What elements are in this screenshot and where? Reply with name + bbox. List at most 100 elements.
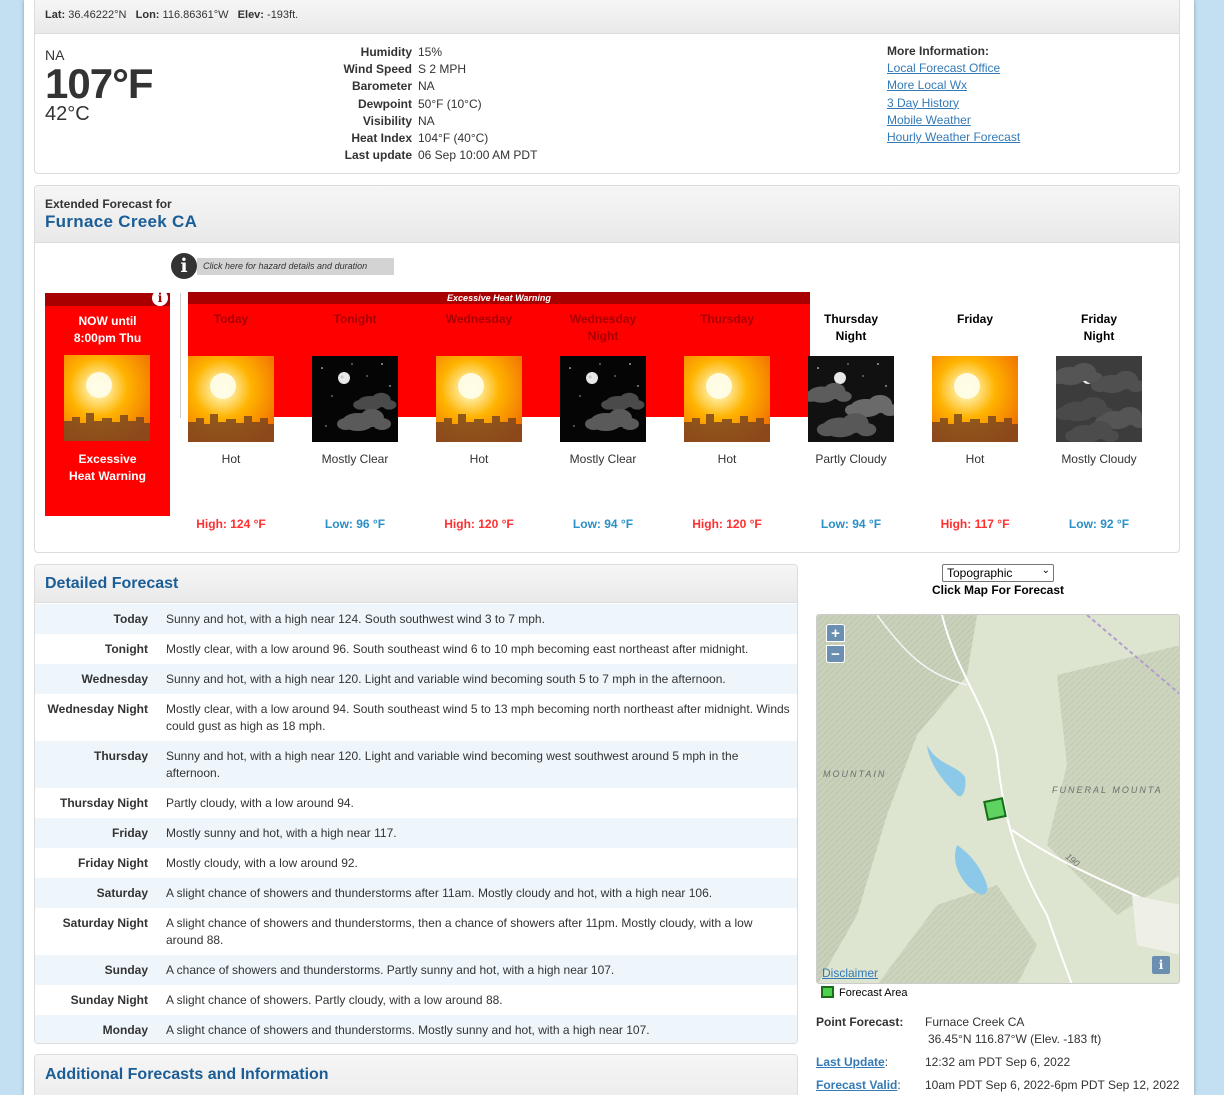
- forecast-period-friday-night[interactable]: Friday Night Mostly Cloudy Low: 92 °F: [1037, 311, 1161, 531]
- detailed-period-text: A slight chance of showers. Partly cloud…: [166, 993, 503, 1007]
- elev-label: Elev:: [237, 9, 264, 21]
- detailed-row: Saturday A slight chance of showers and t…: [35, 878, 797, 908]
- period-temperature: Low: 94 °F: [572, 517, 634, 531]
- period-temperature: High: 120 °F: [692, 517, 762, 531]
- link-more-local-wx[interactable]: More Local Wx: [887, 77, 1020, 94]
- detailed-row: Sunday A chance of showers and thundersto…: [35, 955, 797, 985]
- forecast-area-marker[interactable]: [983, 797, 1007, 821]
- detailed-forecast-list: Today Sunny and hot, with a high near 124…: [35, 604, 797, 1043]
- period-name: Friday Night: [1037, 311, 1161, 345]
- hazard-details-text[interactable]: Click here for hazard details and durati…: [197, 258, 394, 275]
- detailed-period-name: Saturday Night: [62, 916, 148, 930]
- detail-row-visibility: Visibility NA: [335, 112, 540, 129]
- detailed-period-name: Saturday: [96, 886, 148, 900]
- chevron-down-icon[interactable]: ⌄: [1042, 565, 1050, 576]
- info-icon[interactable]: i: [152, 290, 168, 306]
- link-3-day-history[interactable]: 3 Day History: [887, 95, 1020, 112]
- forecast-valid-label: Forecast Valid:: [816, 1078, 901, 1092]
- point-forecast-label: Point Forecast:: [816, 1015, 904, 1029]
- more-information: More Information: Local Forecast Office …: [887, 44, 1020, 146]
- detailed-period-name: Today: [113, 612, 148, 626]
- detailed-row: Wednesday Sunny and hot, with a high near…: [35, 664, 797, 694]
- detail-label: Last update: [344, 148, 412, 163]
- page: Lat: 36.46222°N Lon: 116.86361°W Elev: -…: [24, 0, 1194, 1095]
- forecast-period-wednesday[interactable]: Wednesday Hot High: 120 °F: [417, 311, 541, 531]
- now-title-line2: 8:00pm Thu: [73, 331, 142, 345]
- additional-forecasts-title: Additional Forecasts and Information: [45, 1066, 329, 1083]
- detailed-forecast-title: Detailed Forecast: [45, 575, 179, 592]
- forecast-period-wednesday-night[interactable]: Wednesday Night Mostly Clear Low: 94 °F: [541, 311, 665, 531]
- detailed-period-text: A slight chance of showers and thunderst…: [166, 886, 713, 900]
- detail-label: Visibility: [362, 113, 412, 128]
- additional-forecasts-panel: Additional Forecasts and Information: [34, 1054, 798, 1095]
- map-label-mountain: MOUNTAIN: [823, 769, 887, 779]
- period-temperature: High: 120 °F: [444, 517, 514, 531]
- period-name-line2: Night: [835, 329, 867, 343]
- detail-label: Dewpoint: [358, 96, 412, 111]
- period-name-line1: Wednesday: [569, 312, 637, 326]
- now-hazard-box[interactable]: i NOW until 8:00pm Thu Excessive Heat Wa…: [45, 290, 170, 516]
- detailed-row: Saturday Night A slight chance of showers…: [35, 908, 797, 955]
- zoom-out-button[interactable]: −: [826, 645, 845, 663]
- detailed-period-name: Tonight: [104, 642, 148, 656]
- forecast-map[interactable]: MOUNTAIN FUNERAL MOUNTA 190 + − i Discla…: [816, 614, 1180, 984]
- forecast-period-thursday[interactable]: Thursday Hot High: 120 °F: [665, 311, 789, 531]
- forecast-valid-value: 10am PDT Sep 6, 2022-6pm PDT Sep 12, 202…: [925, 1078, 1180, 1092]
- current-temp-f: 107°F: [45, 60, 154, 107]
- info-icon[interactable]: i: [171, 253, 197, 279]
- current-temp-c: 42°C: [45, 103, 90, 125]
- detailed-period-name: Sunday: [104, 963, 148, 977]
- forecast-period-today[interactable]: Today Hot High: 124 °F: [169, 311, 293, 531]
- partly-cloudy-night-icon[interactable]: [808, 356, 894, 442]
- last-update-link[interactable]: Last Update: [816, 1055, 885, 1069]
- detailed-period-text: Sunny and hot, with a high near 124. Sou…: [166, 612, 545, 626]
- hazard-details-link[interactable]: i Click here for hazard details and dura…: [171, 253, 394, 279]
- forecast-valid-link[interactable]: Forecast Valid: [816, 1078, 897, 1092]
- detailed-period-text: Mostly cloudy, with a low around 92.: [166, 856, 358, 870]
- now-label-line2: Heat Warning: [69, 469, 146, 483]
- detail-value: 50°F (10°C): [418, 96, 482, 111]
- now-title-line1: NOW until: [78, 314, 137, 328]
- map-type-select[interactable]: Topographic ⌄: [942, 564, 1054, 582]
- detailed-period-name: Monday: [102, 1023, 148, 1037]
- link-hourly-weather-forecast[interactable]: Hourly Weather Forecast: [887, 129, 1020, 146]
- forecast-period-friday[interactable]: Friday Hot High: 117 °F: [913, 311, 1037, 531]
- hot-sun-icon[interactable]: [932, 356, 1018, 442]
- map-type-value[interactable]: Topographic: [947, 566, 1012, 580]
- period-temperature: Low: 96 °F: [324, 517, 386, 531]
- detailed-period-text: Sunny and hot, with a high near 120. Lig…: [166, 672, 726, 686]
- period-name-line1: Friday: [1080, 312, 1117, 326]
- detailed-forecast-header: Detailed Forecast: [35, 565, 797, 603]
- link-local-forecast-office[interactable]: Local Forecast Office: [887, 60, 1020, 77]
- forecast-period-thursday-night[interactable]: Thursday Night Partly Cloudy Low: 94 °F: [789, 311, 913, 531]
- clear-night-icon[interactable]: [312, 356, 398, 442]
- point-forecast-name: Furnace Creek CA: [925, 1015, 1025, 1029]
- heat-warning-band-label[interactable]: Excessive Heat Warning: [188, 292, 810, 304]
- mostly-cloudy-night-icon[interactable]: [1056, 356, 1142, 442]
- period-name-line1: Tonight: [333, 312, 377, 326]
- detail-row-humidity: Humidity 15%: [335, 43, 540, 60]
- detail-row-wind: Wind Speed S 2 MPH: [335, 60, 540, 77]
- extended-forecast-label: Extended Forecast for: [45, 197, 172, 211]
- detail-value: NA: [418, 79, 435, 94]
- detailed-row: Thursday Sunny and hot, with a high near …: [35, 741, 797, 788]
- map-disclaimer-link[interactable]: Disclaimer: [822, 966, 878, 980]
- detailed-period-name: Sunday Night: [70, 993, 148, 1007]
- hot-sun-icon[interactable]: [684, 356, 770, 442]
- period-temperature: High: 117 °F: [940, 517, 1010, 531]
- map-caption: Click Map For Forecast: [931, 583, 1065, 597]
- hot-sun-icon[interactable]: [188, 356, 274, 442]
- detailed-period-name: Friday Night: [77, 856, 148, 870]
- info-icon[interactable]: i: [1152, 956, 1170, 974]
- period-description: Partly Cloudy: [815, 452, 887, 466]
- detailed-row: Sunday Night A slight chance of showers. …: [35, 985, 797, 1015]
- clear-night-icon[interactable]: [560, 356, 646, 442]
- detailed-period-text: A slight chance of showers and thunderst…: [166, 1023, 650, 1037]
- forecast-period-tonight[interactable]: Tonight Mostly Clear Low: 96 °F: [293, 311, 417, 531]
- legend-label: Forecast Area: [839, 987, 908, 999]
- period-name-line1: Thursday: [823, 312, 878, 326]
- link-mobile-weather[interactable]: Mobile Weather: [887, 112, 1020, 129]
- hot-sun-icon[interactable]: [436, 356, 522, 442]
- last-update-label: Last Update:: [816, 1055, 889, 1069]
- zoom-in-button[interactable]: +: [826, 624, 845, 642]
